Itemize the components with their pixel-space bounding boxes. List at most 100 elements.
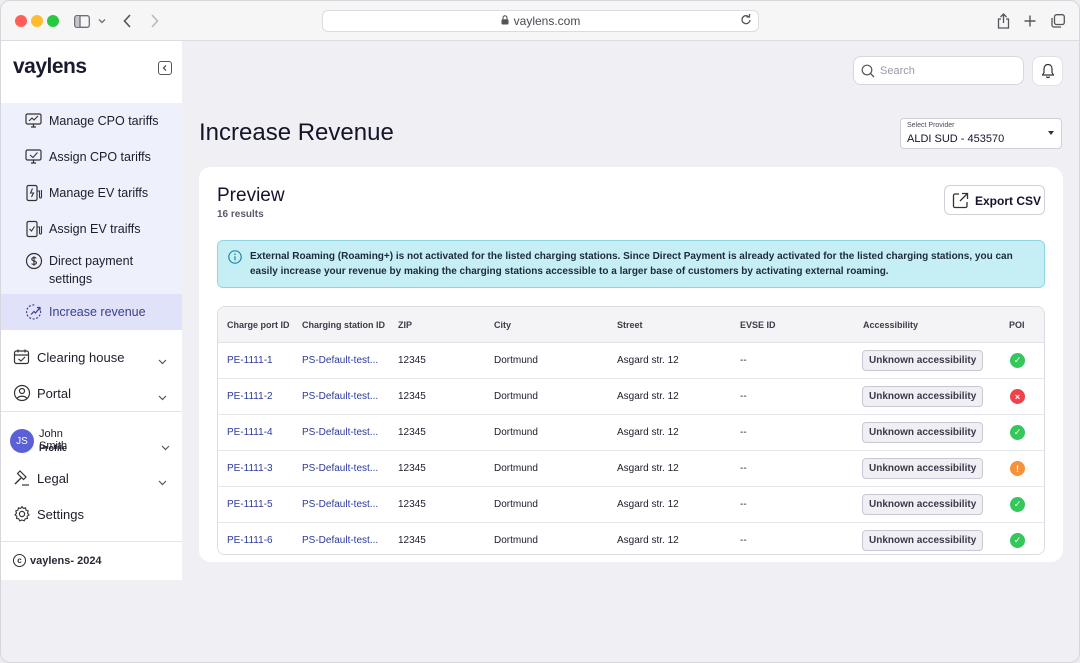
accessibility-badge: Unknown accessibility: [862, 494, 984, 515]
street-cell: Asgard str. 12: [617, 427, 679, 438]
charging-station-id-link[interactable]: PS-Default-test...: [302, 535, 378, 546]
ev-charger-icon: [25, 184, 43, 202]
notifications-button[interactable]: [1032, 56, 1063, 86]
chevron-down-icon[interactable]: [158, 352, 167, 370]
sidebar-item-label: Settings: [37, 506, 84, 522]
avatar[interactable]: JS: [10, 429, 34, 453]
sidebar-divider: [1, 541, 182, 542]
browser-toolbar: vaylens.com: [1, 1, 1079, 41]
charge-port-id-link[interactable]: PE-1111-4: [227, 427, 273, 438]
footer-text: vaylens- 2024: [30, 554, 102, 567]
vaylens-logo[interactable]: vaylens: [13, 55, 87, 79]
poi-error-icon: ×: [1010, 389, 1025, 404]
sidebar-item-portal[interactable]: Portal: [1, 375, 182, 411]
accessibility-badge: Unknown accessibility: [862, 458, 984, 479]
street-cell: Asgard str. 12: [617, 355, 679, 366]
sidebar-item-label: Manage EV tariffs: [49, 186, 149, 200]
charge-port-id-link[interactable]: PE-1111-1: [227, 355, 273, 366]
chevron-down-icon[interactable]: [161, 438, 170, 456]
charge-port-id-link[interactable]: PE-1111-6: [227, 535, 273, 546]
column-header[interactable]: Charging station ID: [302, 320, 385, 330]
alert-text: External Roaming (Roaming+) is not activ…: [250, 251, 1013, 277]
tab-overview-icon[interactable]: [1051, 11, 1065, 31]
poi-ok-icon: ✓: [1010, 533, 1025, 548]
sidebar-item-label: Legal: [37, 470, 69, 486]
sidebar-item-increase-revenue[interactable]: Increase revenue: [1, 294, 182, 330]
search-placeholder: Search: [880, 65, 915, 77]
street-cell: Asgard str. 12: [617, 463, 679, 474]
sidebar-item-assign-cpo-tariffs[interactable]: Assign CPO tariffs: [1, 139, 182, 175]
sidebar-divider: [1, 411, 182, 412]
table-row: PE-1111-1 PS-Default-test... 12345 Dortmund…: [218, 343, 1044, 379]
back-icon[interactable]: [121, 11, 133, 31]
charging-ports-table: Charge port ID Charging station ID ZIP C…: [217, 306, 1045, 555]
charge-port-id-link[interactable]: PE-1111-3: [227, 463, 273, 474]
charge-port-id-link[interactable]: PE-1111-5: [227, 499, 273, 510]
street-cell: Asgard str. 12: [617, 391, 679, 402]
column-header[interactable]: Accessibility: [863, 320, 918, 330]
sidebar-item-manage-cpo-tariffs[interactable]: Manage CPO tariffs: [1, 103, 182, 139]
evse-id-cell: --: [740, 427, 747, 438]
preview-card: Preview 16 results Export CSV External R…: [199, 167, 1063, 562]
accessibility-badge: Unknown accessibility: [862, 530, 984, 551]
search-icon: [861, 64, 875, 83]
poi-ok-icon: ✓: [1010, 497, 1025, 512]
chevron-down-icon[interactable]: [158, 473, 167, 491]
provider-select[interactable]: Select Provider ALDI SUD - 453570: [900, 118, 1062, 149]
new-tab-icon[interactable]: [1023, 11, 1037, 31]
portal-icon: [13, 384, 31, 402]
sidebar-item-label: Assign EV traiffs: [49, 222, 141, 236]
zip-cell: 12345: [398, 355, 426, 366]
info-icon: [228, 250, 242, 269]
column-header[interactable]: EVSE ID: [740, 320, 776, 330]
search-input[interactable]: Search: [853, 56, 1024, 85]
evse-id-cell: --: [740, 355, 747, 366]
reload-icon[interactable]: [740, 13, 752, 29]
zip-cell: 12345: [398, 427, 426, 438]
column-header[interactable]: Street: [617, 320, 643, 330]
table-row: PE-1111-3 PS-Default-test... 12345 Dortmund…: [218, 451, 1044, 487]
sidebar-item-settings[interactable]: Settings: [1, 496, 182, 532]
chevron-left-icon: [162, 65, 167, 71]
sidebar-item-label: Manage CPO tariffs: [49, 114, 159, 128]
sidebar-item-clearing-house[interactable]: Clearing house: [1, 339, 182, 375]
chevron-down-icon[interactable]: [158, 388, 167, 406]
export-icon: [952, 192, 969, 214]
roaming-info-alert: External Roaming (Roaming+) is not activ…: [217, 240, 1045, 288]
sidebar-item-assign-ev-tariffs[interactable]: Assign EV traiffs: [1, 211, 182, 247]
sidebar-item-legal[interactable]: Legal: [1, 460, 182, 496]
sidebar-toggle-icon[interactable]: [74, 11, 90, 31]
city-cell: Dortmund: [494, 535, 538, 546]
evse-id-cell: --: [740, 499, 747, 510]
charging-station-id-link[interactable]: PS-Default-test...: [302, 391, 378, 402]
address-bar[interactable]: vaylens.com: [322, 10, 759, 32]
sidebar-item-label: Portal: [37, 385, 71, 401]
maximize-window-button[interactable]: [47, 15, 59, 27]
zip-cell: 12345: [398, 391, 426, 402]
column-header[interactable]: City: [494, 320, 511, 330]
close-window-button[interactable]: [15, 15, 27, 27]
column-header[interactable]: POI: [1009, 320, 1025, 330]
sidebar-item-direct-payment-settings[interactable]: Direct payment settings: [1, 247, 182, 294]
table-row: PE-1111-4 PS-Default-test... 12345 Dortmund…: [218, 415, 1044, 451]
export-csv-button[interactable]: Export CSV: [944, 185, 1045, 215]
forward-icon[interactable]: [148, 11, 160, 31]
chevron-down-icon[interactable]: [97, 11, 107, 31]
street-cell: Asgard str. 12: [617, 499, 679, 510]
share-icon[interactable]: [996, 11, 1010, 31]
charging-station-id-link[interactable]: PS-Default-test...: [302, 427, 378, 438]
table-row: PE-1111-6 PS-Default-test... 12345 Dortmund…: [218, 523, 1044, 554]
city-cell: Dortmund: [494, 391, 538, 402]
charging-station-id-link[interactable]: PS-Default-test...: [302, 463, 378, 474]
charge-port-id-link[interactable]: PE-1111-2: [227, 391, 273, 402]
city-cell: Dortmund: [494, 355, 538, 366]
table-header: Charge port ID Charging station ID ZIP C…: [218, 307, 1044, 343]
charging-station-id-link[interactable]: PS-Default-test...: [302, 499, 378, 510]
accessibility-badge: Unknown accessibility: [862, 350, 984, 371]
charging-station-id-link[interactable]: PS-Default-test...: [302, 355, 378, 366]
minimize-window-button[interactable]: [31, 15, 43, 27]
column-header[interactable]: ZIP: [398, 320, 412, 330]
sidebar-item-manage-ev-tariffs[interactable]: Manage EV tariffs: [1, 175, 182, 211]
column-header[interactable]: Charge port ID: [227, 320, 290, 330]
collapse-sidebar-button[interactable]: [158, 61, 172, 75]
